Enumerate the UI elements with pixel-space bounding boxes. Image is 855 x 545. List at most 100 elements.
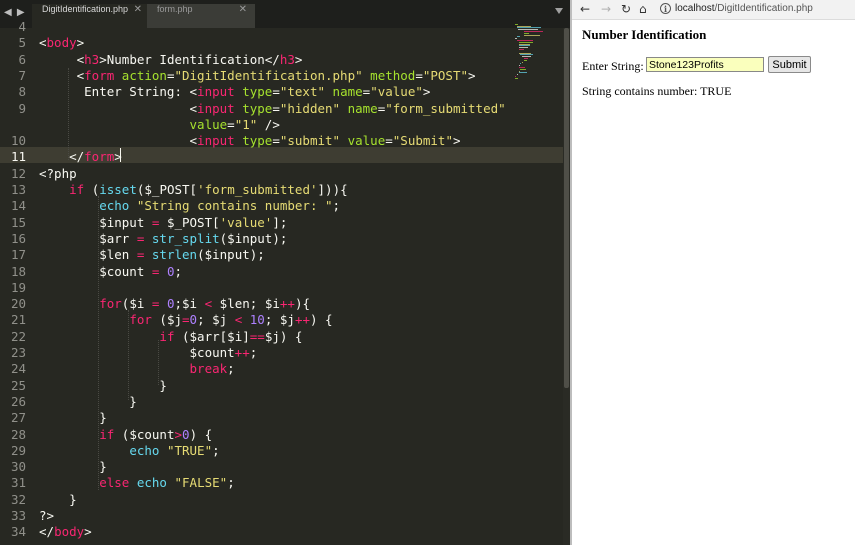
code-line: } (39, 459, 107, 475)
code-line: if (isset($_POST['form_submitted'])){ (69, 182, 348, 197)
browser-window: ← → ↻ ⌂ i localhost/DigitIdentification.… (570, 0, 855, 545)
url-path: /DigitIdentification.php (714, 3, 813, 14)
line-number: 22 (10, 328, 26, 344)
code-line: else echo "FALSE"; (99, 475, 235, 491)
arrow-left-icon[interactable]: ← (580, 2, 590, 16)
minimap-line (518, 49, 524, 50)
indent-guide (68, 68, 69, 160)
code-line: $arr = str_split($input); (39, 230, 288, 246)
line-number: 12 (10, 165, 26, 181)
input-label: Enter String: (582, 59, 644, 73)
info-icon[interactable]: i (660, 3, 671, 14)
code-line: value="1" /> (189, 116, 280, 132)
line-number: 24 (10, 361, 26, 377)
code-line: } (39, 410, 107, 426)
tab-digitidentification[interactable]: DigitIdentification.php ✕ (32, 4, 150, 28)
code-line: <input type="hidden" name="form_submitte… (39, 100, 506, 116)
code-line: </body> (39, 524, 92, 540)
code-line: if ($count>0) { (99, 426, 213, 442)
line-number: 20 (10, 296, 26, 312)
code-line: Enter String: <input type="text" name="v… (39, 84, 431, 100)
line-number: 18 (10, 263, 26, 279)
address-bar[interactable]: localhost/DigitIdentification.php (675, 3, 813, 14)
code-line: $input = $_POST['value']; (39, 214, 288, 230)
line-number: 31 (10, 475, 26, 491)
line-number: 11 (10, 149, 26, 165)
code-line: } (39, 393, 137, 409)
code-line: $count = 0; (39, 263, 183, 279)
indent-guide (158, 340, 159, 385)
text-cursor (120, 148, 121, 162)
code-line: ?> (39, 508, 55, 523)
result-text: String contains number: TRUE (582, 84, 732, 98)
line-number: 6 (18, 51, 26, 67)
indent-guide (128, 310, 129, 400)
line-number: 29 (10, 442, 26, 458)
line-number: 23 (10, 345, 26, 360)
line-number: 34 (10, 524, 26, 540)
line-number: 27 (10, 410, 26, 426)
reload-icon[interactable]: ↻ (621, 2, 631, 16)
tab-label: form.php (157, 4, 193, 14)
line-number: 33 (10, 508, 26, 523)
code-line: <form action="DigitIdentification.php" m… (39, 67, 476, 83)
line-number: 32 (10, 491, 26, 507)
browser-toolbar: ← → ↻ ⌂ i localhost/DigitIdentification.… (572, 0, 855, 20)
tab-navigation-arrows-icon[interactable]: ◀ ▶ (4, 7, 26, 18)
line-number: 17 (10, 247, 26, 263)
close-icon[interactable]: ✕ (239, 4, 247, 15)
line-number: 10 (10, 133, 26, 149)
line-number: 8 (18, 84, 26, 100)
code-line: for($i = 0;$i < $len; $i++){ (99, 296, 310, 312)
code-line: } (39, 377, 167, 393)
close-icon[interactable]: ✕ (134, 4, 142, 15)
code-line: echo "String contains number: "; (99, 198, 341, 214)
minimap-line (520, 68, 526, 70)
line-number: 7 (18, 67, 26, 83)
code-line: $count++; (39, 345, 258, 360)
minimap-line (524, 59, 527, 61)
editor-scrollbar-thumb[interactable] (564, 28, 569, 388)
line-number-gutter: 4 5 6 7 8 9 10 11 12 13 14 15 16 17 18 19 20 21 22 23 24 25 26… (0, 19, 34, 545)
line-number: 26 (10, 393, 26, 409)
code-line: </form> (39, 149, 122, 165)
url-host: localhost (675, 3, 715, 14)
line-number: 13 (10, 182, 26, 197)
arrow-right-icon[interactable]: → (601, 2, 611, 16)
tab-label: DigitIdentification.php (42, 4, 129, 14)
line-number: 15 (10, 214, 26, 230)
home-icon[interactable]: ⌂ (639, 2, 647, 16)
code-line: $len = strlen($input); (39, 247, 265, 263)
line-number: 25 (10, 377, 26, 393)
code-line: for ($j=0; $j < 10; $j++) { (129, 312, 333, 328)
line-number: 30 (10, 459, 26, 475)
minimap-line (516, 36, 520, 38)
minimap[interactable] (515, 22, 560, 82)
tab-dropdown-icon[interactable] (555, 8, 563, 14)
line-number: 5 (18, 35, 26, 51)
code-editor: ◀ ▶ DigitIdentification.php ✕ form.php ✕… (0, 0, 570, 545)
minimap-line (524, 34, 541, 36)
line-number: 9 (18, 100, 26, 116)
minimap-line (518, 72, 527, 74)
code-line: <?php (39, 165, 77, 181)
submit-button[interactable]: Submit (768, 56, 811, 73)
line-number: 16 (10, 230, 26, 246)
tab-form[interactable]: form.php ✕ (147, 4, 255, 28)
line-number: 19 (10, 279, 26, 295)
line-number: 28 (10, 426, 26, 442)
editor-tab-bar: ◀ ▶ DigitIdentification.php ✕ form.php ✕ (0, 0, 570, 28)
minimap-line (515, 77, 519, 79)
page-heading: Number Identification (582, 27, 707, 42)
indent-guide (98, 196, 99, 490)
code-line: } (39, 491, 77, 507)
code-line: <h3>Number Identification</h3> (39, 51, 303, 67)
code-line: <body> (39, 35, 85, 51)
code-line: echo "TRUE"; (129, 442, 220, 458)
code-line: if ($arr[$i]==$j) { (159, 328, 303, 344)
line-number: 14 (10, 198, 26, 214)
value-input[interactable] (646, 57, 764, 72)
line-number: 4 (18, 19, 26, 34)
line-number: 21 (10, 312, 26, 328)
code-line: break; (189, 361, 235, 377)
